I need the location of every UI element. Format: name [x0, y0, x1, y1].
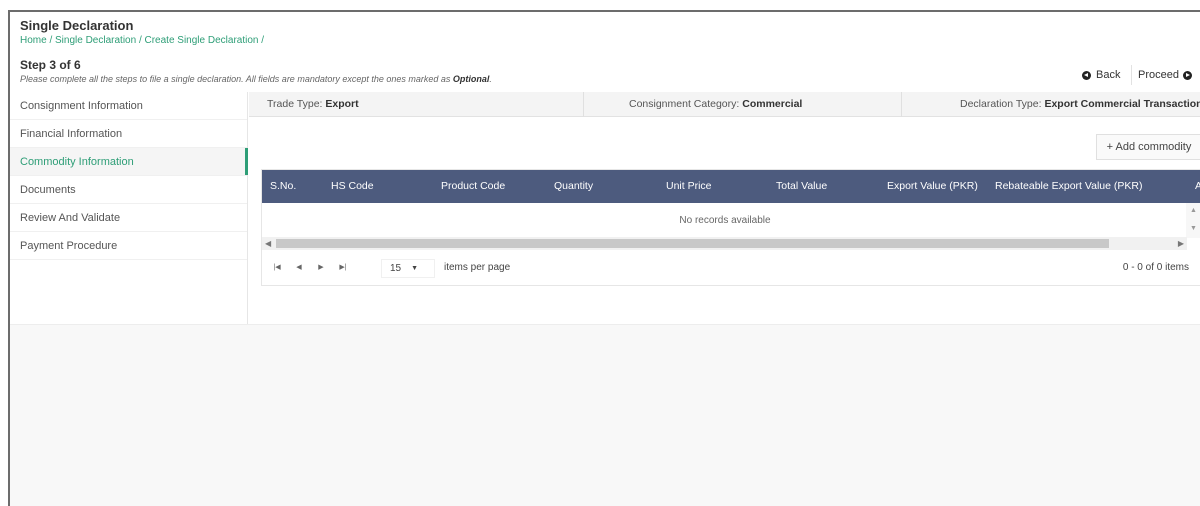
steps-sidebar: Consignment Information Financial Inform…: [10, 92, 248, 324]
consignment-category-value: Commercial: [742, 98, 803, 110]
horizontal-scrollbar[interactable]: ◀ ▶: [262, 237, 1187, 250]
commodity-grid: S.No. HS Code Product Code Quantity Unit…: [261, 169, 1200, 286]
column-header-total-value[interactable]: Total Value: [776, 170, 827, 203]
items-per-page-label: items per page: [444, 262, 511, 273]
scroll-up-arrow-icon[interactable]: ▲: [1190, 207, 1197, 214]
vertical-scrollbar[interactable]: ▲ ▼: [1186, 203, 1200, 238]
sidebar-item-review-and-validate[interactable]: Review And Validate: [10, 204, 247, 232]
proceed-button-label: Proceed: [1138, 69, 1179, 81]
step-description-end: .: [489, 74, 492, 84]
breadcrumb[interactable]: Home / Single Declaration / Create Singl…: [20, 35, 264, 46]
declaration-type-label: Declaration Type:: [960, 98, 1045, 110]
page-title: Single Declaration: [20, 18, 134, 33]
trade-type-label: Trade Type:: [267, 98, 326, 110]
last-page-icon[interactable]: ▶|: [335, 260, 351, 276]
trade-type: Trade Type: Export: [267, 92, 359, 117]
sidebar-item-consignment-information[interactable]: Consignment Information: [10, 92, 247, 120]
consignment-category-label: Consignment Category:: [629, 98, 743, 110]
trade-type-value: Export: [325, 98, 359, 110]
chevron-down-icon: ▼: [411, 265, 419, 272]
page-size-value: 15: [390, 263, 402, 274]
sidebar-item-financial-information[interactable]: Financial Information: [10, 120, 247, 148]
consignment-category: Consignment Category: Commercial: [629, 92, 802, 117]
declaration-type: Declaration Type: Export Commercial Tran…: [960, 92, 1200, 117]
back-button-label: Back: [1096, 69, 1121, 81]
proceed-button[interactable]: Proceed: [1131, 65, 1192, 85]
circle-arrow-right-icon: [1182, 70, 1192, 80]
column-header-quantity[interactable]: Quantity: [554, 170, 593, 203]
optional-emphasis: Optional: [452, 74, 490, 84]
info-divider: [583, 92, 584, 117]
page-size-select[interactable]: 15 ▼: [381, 259, 435, 278]
horizontal-scroll-thumb[interactable]: [276, 239, 1109, 248]
empty-content-area: [10, 324, 1200, 506]
circle-arrow-left-icon: [1082, 70, 1091, 80]
column-header-truncated[interactable]: A: [1195, 170, 1200, 203]
column-header-unit-price[interactable]: Unit Price: [666, 170, 712, 203]
next-page-icon[interactable]: ▶: [313, 260, 329, 276]
grid-pager: |◀ ◀ ▶ ▶| 15 ▼ items per page 0 - 0 of 0…: [262, 252, 1200, 286]
back-button[interactable]: Back: [1082, 65, 1120, 85]
pager-item-count: 0 - 0 of 0 items: [1122, 262, 1189, 273]
column-header-product-code[interactable]: Product Code: [441, 170, 505, 203]
sidebar-item-commodity-information[interactable]: Commodity Information: [10, 148, 248, 176]
column-header-export-value[interactable]: Export Value (PKR): [887, 170, 978, 203]
sidebar-item-documents[interactable]: Documents: [10, 176, 247, 204]
scroll-right-arrow-icon[interactable]: ▶: [1178, 237, 1184, 250]
scroll-down-arrow-icon[interactable]: ▼: [1190, 225, 1197, 232]
add-commodity-button[interactable]: + Add commodity: [1096, 134, 1200, 160]
first-page-icon[interactable]: |◀: [269, 260, 285, 276]
page-header: Single Declaration Home / Single Declara…: [10, 12, 1200, 92]
column-header-rebateable-export-value[interactable]: Rebateable Export Value (PKR): [995, 170, 1142, 203]
declaration-info-bar: Trade Type: Export Consignment Category:…: [249, 92, 1200, 117]
grid-header: S.No. HS Code Product Code Quantity Unit…: [262, 170, 1200, 203]
info-divider: [901, 92, 902, 117]
declaration-type-value: Export Commercial Transaction: [1044, 98, 1200, 110]
step-description-text: Please complete all the steps to file a …: [20, 74, 453, 84]
scroll-left-arrow-icon[interactable]: ◀: [265, 237, 271, 250]
step-description: Please complete all the steps to file a …: [20, 74, 492, 84]
column-header-sno[interactable]: S.No.: [270, 170, 296, 203]
sidebar-item-payment-procedure[interactable]: Payment Procedure: [10, 232, 247, 260]
app-window: Single Declaration Home / Single Declara…: [8, 10, 1200, 506]
no-records-message: No records available: [679, 215, 771, 226]
previous-page-icon[interactable]: ◀: [291, 260, 307, 276]
step-indicator: Step 3 of 6: [20, 58, 81, 72]
column-header-hs-code[interactable]: HS Code: [331, 170, 374, 203]
